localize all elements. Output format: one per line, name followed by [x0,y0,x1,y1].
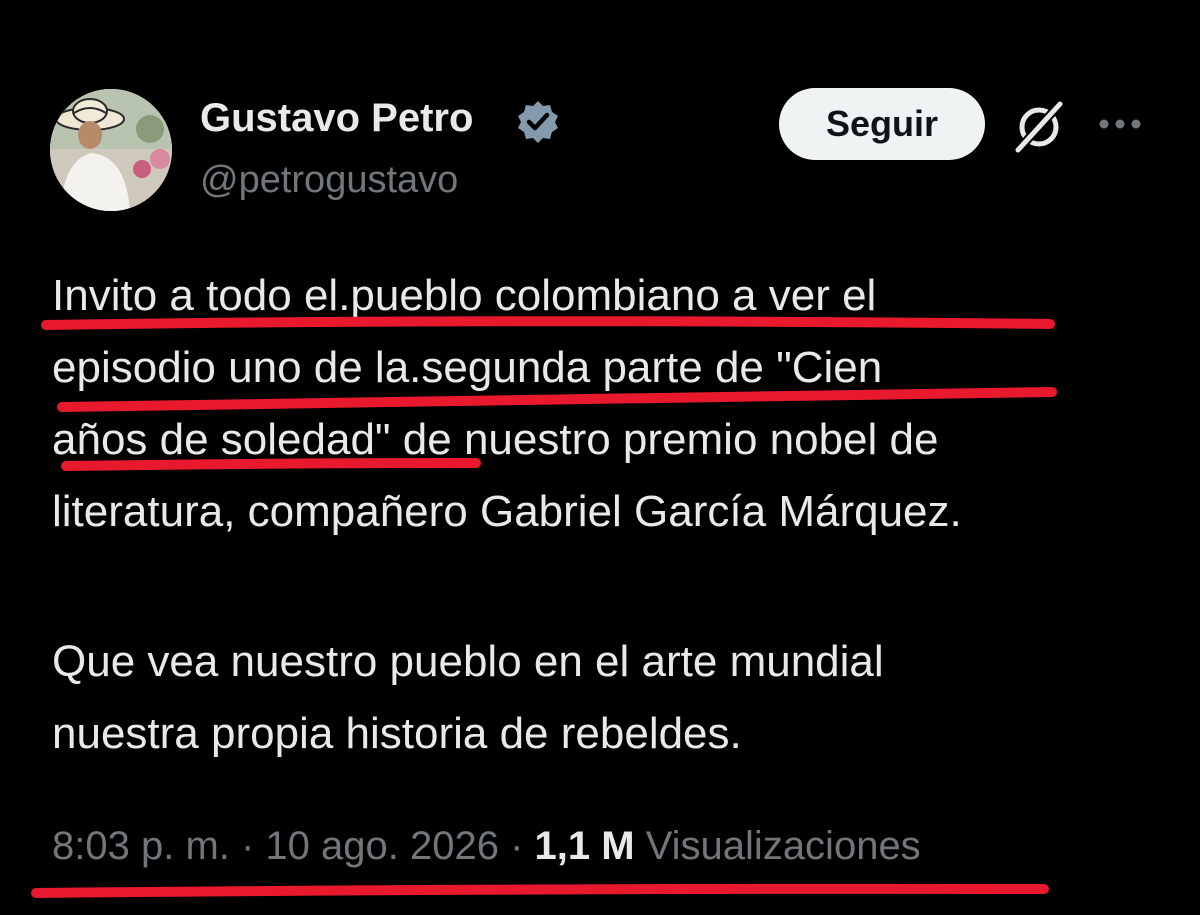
author-handle[interactable]: @petrogustavo [200,156,458,204]
tweet-meta: 8:03 p. m. · 10 ago. 2026 · 1,1 M Visual… [52,818,921,874]
grok-icon[interactable] [1010,98,1068,156]
tweet-line: Invito a todo el.pueblo colombiano a ver… [52,271,877,320]
views-label: Visualizaciones [645,824,921,868]
meta-separator: · [498,824,535,868]
author-name[interactable]: Gustavo Petro [200,94,473,142]
red-underline [31,883,1049,898]
more-dots-icon[interactable] [1097,111,1143,137]
tweet-text: Invito a todo el.pueblo colombiano a ver… [52,260,1162,770]
tweet-date[interactable]: 10 ago. 2026 [265,824,499,868]
tweet-line: episodio uno de la.segunda parte de "Cie… [52,343,883,392]
tweet-line: Que vea nuestro pueblo en el arte mundia… [52,637,884,686]
tweet-line: nuestra propia historia de rebeldes. [52,709,742,758]
avatar-photo [50,89,172,211]
tweet-line: literatura, compañero Gabriel García Már… [52,487,962,536]
tweet-time[interactable]: 8:03 p. m. [52,824,230,868]
meta-separator: · [229,824,266,868]
avatar[interactable] [50,89,172,211]
tweet-line: años de soledad" de nuestro premio nobel… [52,415,939,464]
verified-badge-icon [518,101,558,143]
follow-button[interactable]: Seguir [779,88,985,160]
views-count: 1,1 M [534,824,635,868]
